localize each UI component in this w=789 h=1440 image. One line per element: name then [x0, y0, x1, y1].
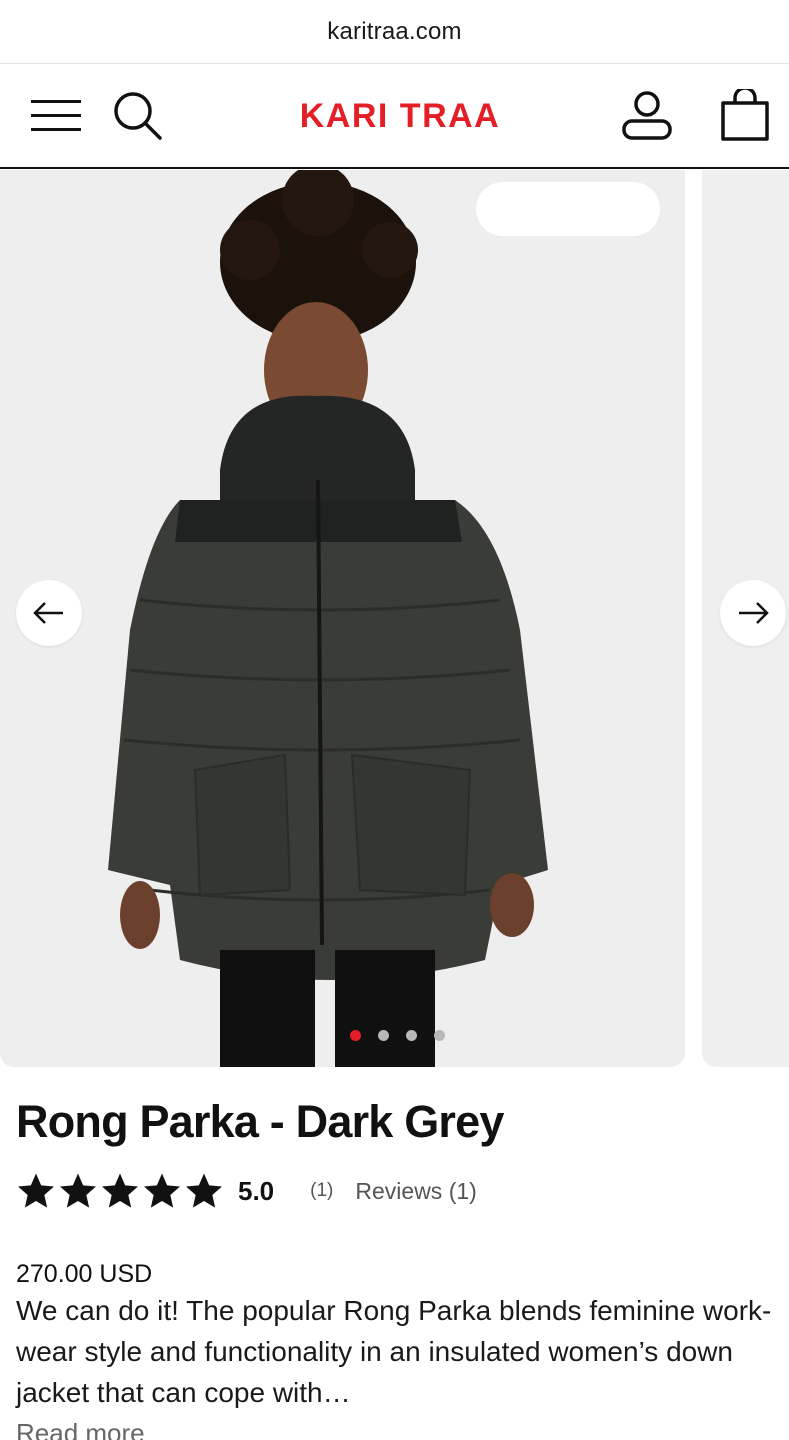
- product-badge: [476, 182, 660, 236]
- star-icon: [60, 1173, 96, 1208]
- star-icon: [186, 1173, 222, 1208]
- rating-value: 5.0: [238, 1175, 275, 1206]
- account-button[interactable]: [612, 84, 682, 148]
- svg-text:KARI TRAA: KARI TRAA: [300, 97, 500, 135]
- product-gallery[interactable]: [0, 170, 789, 1067]
- rating-row: 5.0 (1) Reviews (1): [16, 1168, 477, 1214]
- cart-icon: [721, 89, 769, 141]
- gallery-next-button[interactable]: [720, 580, 786, 646]
- search-icon: [114, 92, 162, 140]
- rating-stars: [16, 1171, 224, 1211]
- gallery-dot[interactable]: [434, 1030, 445, 1041]
- gallery-prev-button[interactable]: [16, 580, 82, 646]
- star-icon: [102, 1173, 138, 1208]
- star-icon: [18, 1173, 54, 1208]
- gallery-pagination: [350, 1030, 445, 1041]
- product-price: 270.00 USD: [16, 1260, 153, 1288]
- product-title: Rong Parka - Dark Grey: [16, 1096, 504, 1147]
- url-text: karitraa.com: [327, 17, 462, 45]
- search-button[interactable]: [106, 86, 170, 146]
- browser-url-bar[interactable]: karitraa.com: [0, 0, 789, 64]
- rating-count: (1): [310, 1180, 334, 1201]
- gallery-dot[interactable]: [378, 1030, 389, 1041]
- account-icon: [622, 91, 672, 140]
- product-photo: [108, 170, 548, 1067]
- site-header: KARI TRAA: [0, 64, 789, 169]
- menu-icon: [31, 100, 81, 131]
- menu-button[interactable]: [22, 86, 92, 146]
- star-icon: [144, 1173, 180, 1208]
- product-description: We can do it! The popular Rong Parka ble…: [16, 1295, 772, 1408]
- arrow-right-icon: [739, 602, 769, 624]
- reviews-link[interactable]: Reviews (1): [355, 1178, 476, 1205]
- gallery-dot[interactable]: [350, 1030, 361, 1041]
- gallery-slide-main[interactable]: [0, 170, 685, 1067]
- gallery-dot[interactable]: [406, 1030, 417, 1041]
- cart-button[interactable]: [710, 84, 780, 148]
- brand-logo[interactable]: KARI TRAA: [270, 94, 530, 136]
- arrow-left-icon: [33, 602, 63, 624]
- read-more-link[interactable]: Read more: [16, 1418, 145, 1440]
